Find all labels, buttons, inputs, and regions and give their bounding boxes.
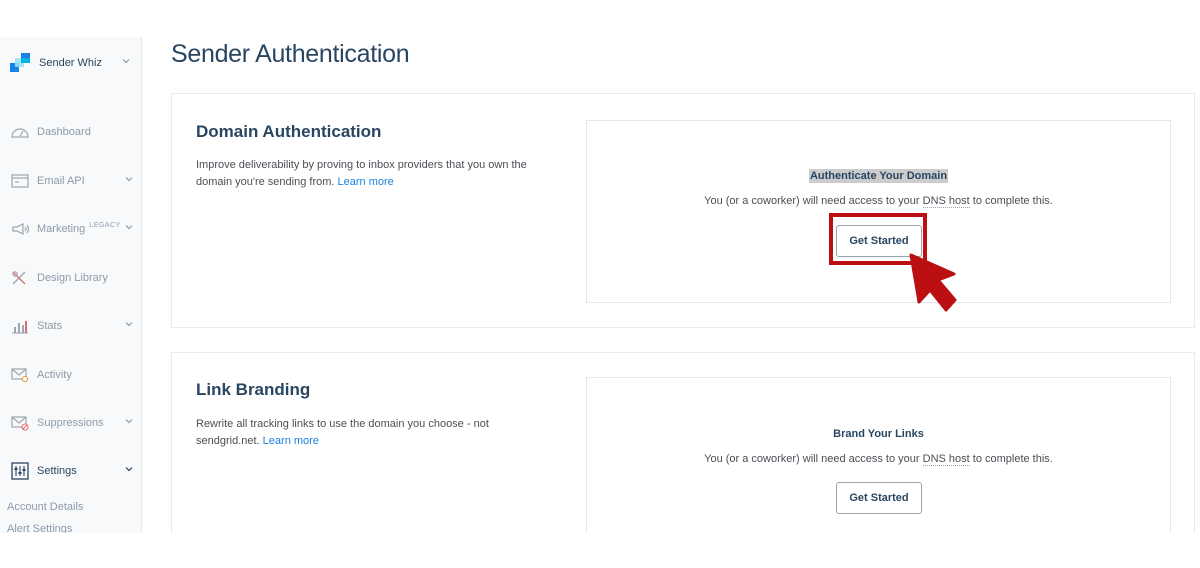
sidebar: Sender Whiz Dashboard Email API Marketin… <box>0 37 142 533</box>
chevron-down-icon <box>125 177 133 182</box>
sidebar-item-settings[interactable]: Settings <box>10 460 136 482</box>
panel-description: You (or a coworker) will need access to … <box>587 453 1170 466</box>
desc-text: You (or a coworker) will need access to … <box>704 195 923 207</box>
sidebar-subitem-account-details[interactable]: Account Details <box>7 501 83 513</box>
link-branding-card: Link Branding Rewrite all tracking links… <box>171 352 1195 533</box>
sidebar-item-activity[interactable]: Activity <box>10 364 136 386</box>
suppressions-icon <box>10 414 30 432</box>
desc-text: You (or a coworker) will need access to … <box>704 453 923 465</box>
section-title: Link Branding <box>196 380 311 399</box>
sidebar-subitem-alert-settings[interactable]: Alert Settings <box>7 523 72 533</box>
activity-icon <box>10 366 30 384</box>
dns-host-tooltip-term[interactable]: DNS host <box>922 453 970 466</box>
sendgrid-logo-icon <box>10 53 30 73</box>
desc-text: to complete this. <box>969 195 1053 207</box>
sidebar-item-label: Email API <box>37 175 85 187</box>
domain-authentication-card: Domain Authentication Improve deliverabi… <box>171 93 1195 328</box>
get-started-button[interactable]: Get Started <box>836 482 922 514</box>
settings-sliders-icon <box>10 462 30 480</box>
sidebar-item-email-api[interactable]: Email API <box>10 170 136 192</box>
megaphone-icon <box>10 220 30 238</box>
sidebar-item-label: Suppressions <box>37 417 104 429</box>
desc-text: to complete this. <box>969 453 1053 465</box>
learn-more-link[interactable]: Learn more <box>338 176 394 188</box>
section-description: Rewrite all tracking links to use the do… <box>196 416 536 450</box>
sidebar-item-label: Settings <box>37 465 77 477</box>
app-window: Sender Whiz Dashboard Email API Marketin… <box>0 0 1200 533</box>
sidebar-item-dashboard[interactable]: Dashboard <box>10 121 136 143</box>
email-api-icon <box>10 172 30 190</box>
highlighted-text: Authenticate Your Domain <box>808 169 949 183</box>
sidebar-item-label: Activity <box>37 369 72 381</box>
dashboard-icon <box>10 123 30 141</box>
sidebar-item-label: Design Library <box>37 272 108 284</box>
section-title: Domain Authentication <box>196 122 382 141</box>
learn-more-link[interactable]: Learn more <box>263 435 319 447</box>
section-description: Improve deliverability by proving to inb… <box>196 157 536 191</box>
legacy-badge: LEGACY <box>89 221 121 229</box>
authenticate-domain-panel: Authenticate Your Domain You (or a cowor… <box>586 120 1171 303</box>
sidebar-item-suppressions[interactable]: Suppressions <box>10 412 136 434</box>
page-title: Sender Authentication <box>171 40 410 68</box>
panel-title: Authenticate Your Domain <box>587 169 1170 183</box>
dns-host-tooltip-term[interactable]: DNS host <box>922 195 970 208</box>
stats-icon <box>10 317 30 335</box>
sidebar-item-label: Dashboard <box>37 126 91 138</box>
chevron-down-icon <box>125 419 133 424</box>
panel-description: You (or a coworker) will need access to … <box>587 195 1170 208</box>
sidebar-item-label: Stats <box>37 320 63 332</box>
chevron-down-icon <box>122 59 130 64</box>
sidebar-item-marketing[interactable]: Marketing LEGACY <box>10 218 136 240</box>
sidebar-item-design-library[interactable]: Design Library <box>10 267 136 289</box>
description-text: Rewrite all tracking links to use the do… <box>196 418 489 447</box>
account-switcher[interactable]: Sender Whiz <box>10 52 135 74</box>
sidebar-item-stats[interactable]: Stats <box>10 315 136 337</box>
account-name: Sender Whiz <box>39 57 102 69</box>
chevron-down-icon <box>125 467 133 472</box>
brand-links-panel: Brand Your Links You (or a coworker) wil… <box>586 377 1171 533</box>
sidebar-item-label: Marketing <box>37 223 86 235</box>
design-library-icon <box>10 269 30 287</box>
chevron-down-icon <box>125 225 133 230</box>
pointer-arrow-icon <box>909 253 957 312</box>
chevron-down-icon <box>125 322 133 327</box>
panel-title: Brand Your Links <box>833 428 924 440</box>
